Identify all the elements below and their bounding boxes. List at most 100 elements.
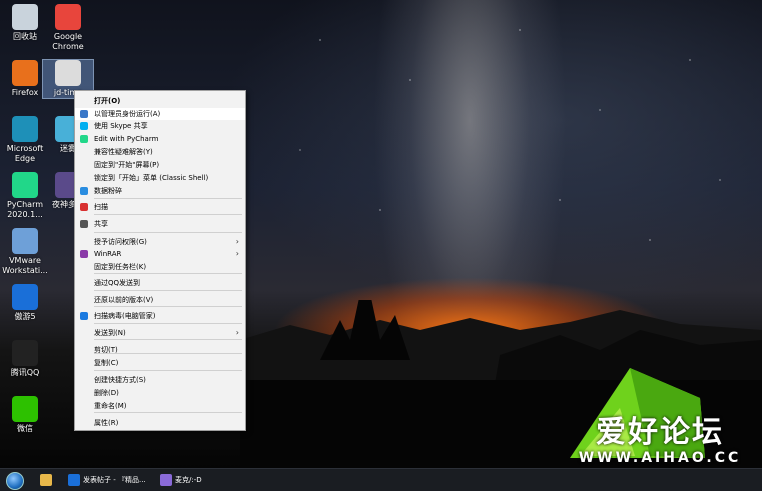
menu-separator <box>94 214 242 215</box>
menu-item-label: 共享 <box>94 220 108 228</box>
menu-separator <box>94 232 242 233</box>
desktop-icon-label: Google Chrome <box>52 32 84 51</box>
firefox-icon <box>12 60 38 86</box>
desktop-icon-label: 傲游5 <box>14 312 36 321</box>
taskbar-item-label: 发表帖子 - 『精品... <box>83 476 146 484</box>
recycle-bin-icon <box>12 4 38 30</box>
tencent-guard-icon <box>80 312 88 320</box>
menu-item-13[interactable]: 固定到任务栏(K) <box>75 261 245 273</box>
taskbar-item-label: 麦克/:-D <box>175 476 202 484</box>
file-explorer-icon <box>40 474 52 486</box>
menu-separator <box>94 370 242 371</box>
menu-item-2[interactable]: 以管理员身份运行(A) <box>75 108 245 120</box>
maxthon-icon <box>68 474 80 486</box>
desktop-icon-label: VMware Workstati... <box>2 256 48 275</box>
menu-item-label: 固定到任务栏(K) <box>94 263 147 271</box>
pycharm-icon <box>80 135 88 143</box>
taskbar-item-2[interactable]: 发表帖子 - 『精品... <box>68 472 146 488</box>
menu-separator <box>94 339 242 340</box>
menu-item-9[interactable]: 扫描 <box>75 201 245 213</box>
menu-item-label: 固定到"开始"屏幕(P) <box>94 161 160 169</box>
menu-item-label: 数据粉碎 <box>94 187 122 195</box>
menu-item-21[interactable]: 删除(D) <box>75 387 245 399</box>
qq-icon <box>12 340 38 366</box>
shredder-icon <box>80 187 88 195</box>
desktop-icon-12[interactable]: 微信 <box>0 396 50 434</box>
menu-separator <box>94 323 242 324</box>
menu-separator <box>94 290 242 291</box>
menu-item-label: 扫描 <box>94 203 108 211</box>
menu-item-16[interactable]: 扫描病毒(电脑管家) <box>75 310 245 322</box>
submenu-arrow-icon: › <box>235 328 239 337</box>
desktop-icon-9[interactable]: VMware Workstati... <box>0 228 50 276</box>
watermark-url: WWW.AIHAO.CC <box>578 450 742 466</box>
desktop-icon-11[interactable]: 腾讯QQ <box>0 340 50 378</box>
avatar-icon <box>160 474 172 486</box>
menu-item-15[interactable]: 还原以前的版本(V) <box>75 294 245 306</box>
menu-item-4[interactable]: Edit with PyCharm <box>75 133 245 145</box>
menu-item-label: 剪切(T) <box>94 346 118 354</box>
menu-item-23[interactable]: 属性(R) <box>75 417 245 429</box>
menu-item-label: WinRAR <box>94 250 122 258</box>
vmware-icon <box>12 228 38 254</box>
share-icon <box>80 220 88 228</box>
maxthon-icon <box>12 284 38 310</box>
watermark: 爱好论坛 WWW.AIHAO.CC <box>560 415 760 467</box>
menu-separator <box>94 273 242 274</box>
menu-item-label: 兼容性疑难解答(Y) <box>94 148 153 156</box>
menu-item-label: 打开(O) <box>94 97 121 105</box>
menu-item-label: 删除(D) <box>94 389 119 397</box>
watermark-title: 爱好论坛 <box>596 415 724 450</box>
menu-item-7[interactable]: 锁定到「开始」菜单 (Classic Shell) <box>75 172 245 184</box>
menu-item-label: 授予访问权限(G) <box>94 238 147 246</box>
menu-item-label: 属性(R) <box>94 419 119 427</box>
menu-item-5[interactable]: 兼容性疑难解答(Y) <box>75 146 245 158</box>
menu-item-label: 使用 Skype 共享 <box>94 122 148 130</box>
menu-item-label: 重命名(M) <box>94 402 127 410</box>
edge-icon <box>12 116 38 142</box>
menu-item-14[interactable]: 通过QQ发送到 <box>75 277 245 289</box>
menu-item-label: 创建快捷方式(S) <box>94 376 146 384</box>
menu-item-11[interactable]: 授予访问权限(G) › <box>75 236 245 248</box>
context-menu: 打开(O) 以管理员身份运行(A) 使用 Skype 共享 Edit with PyC… <box>74 90 246 431</box>
taskbar-item-3[interactable]: 麦克/:-D <box>160 472 202 488</box>
chrome-icon <box>55 4 81 30</box>
menu-item-6[interactable]: 固定到"开始"屏幕(P) <box>75 159 245 171</box>
wechat-icon <box>12 396 38 422</box>
menu-item-label: 发送到(N) <box>94 329 126 337</box>
clock-icon <box>55 60 81 86</box>
pycharm-icon <box>12 172 38 198</box>
menu-item-8[interactable]: 数据粉碎 <box>75 185 245 197</box>
taskbar-item-1[interactable] <box>40 472 55 488</box>
menu-item-3[interactable]: 使用 Skype 共享 <box>75 120 245 132</box>
menu-item-label: 复制(C) <box>94 359 119 367</box>
desktop-icon-10[interactable]: 傲游5 <box>0 284 50 322</box>
menu-item-10[interactable]: 共享 <box>75 218 245 230</box>
menu-item-1[interactable]: 打开(O) <box>75 95 245 107</box>
menu-item-label: 还原以前的版本(V) <box>94 296 154 304</box>
shield-icon <box>80 110 88 118</box>
menu-item-label: 锁定到「开始」菜单 (Classic Shell) <box>94 174 209 182</box>
submenu-arrow-icon: › <box>235 249 239 258</box>
menu-item-label: 通过QQ发送到 <box>94 279 141 287</box>
menu-separator <box>94 412 242 413</box>
menu-item-22[interactable]: 重命名(M) <box>75 400 245 412</box>
menu-separator <box>94 306 242 307</box>
winrar-icon <box>80 250 88 258</box>
menu-separator <box>94 198 242 199</box>
submenu-arrow-icon: › <box>235 237 239 246</box>
menu-item-18[interactable]: 剪切(T) <box>75 344 245 356</box>
menu-item-label: 以管理员身份运行(A) <box>94 110 161 118</box>
scan-icon <box>80 203 88 211</box>
menu-item-label: Edit with PyCharm <box>94 135 159 143</box>
start-button[interactable] <box>6 472 24 490</box>
desktop-icon-2[interactable]: Google Chrome <box>43 4 93 52</box>
menu-item-17[interactable]: 发送到(N) › <box>75 327 245 339</box>
menu-item-20[interactable]: 创建快捷方式(S) <box>75 374 245 386</box>
menu-item-19[interactable]: 复制(C) <box>75 357 245 369</box>
skype-icon <box>80 122 88 130</box>
menu-item-label: 扫描病毒(电脑管家) <box>94 312 156 320</box>
desktop-icon-label: 腾讯QQ <box>10 368 40 377</box>
menu-item-12[interactable]: WinRAR › <box>75 248 245 260</box>
desktop-icon-label: 微信 <box>17 424 33 433</box>
